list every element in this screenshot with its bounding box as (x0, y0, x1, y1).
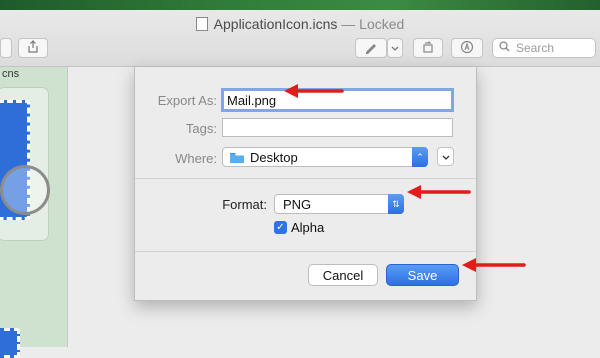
share-icon (27, 40, 39, 56)
markup-menu-button[interactable] (387, 38, 403, 58)
format-stepper: ⇅ (388, 194, 404, 214)
document-icon (195, 17, 208, 31)
window-title: ApplicationIcon.icns — Locked (0, 16, 600, 32)
share-button[interactable] (18, 38, 48, 58)
title-bar: ApplicationIcon.icns — Locked (0, 10, 600, 67)
search-input[interactable] (514, 40, 588, 56)
alpha-label: Alpha (291, 220, 325, 235)
annotate-icon (460, 40, 474, 57)
chevron-down-icon (442, 150, 450, 164)
red-arrow-format (407, 185, 471, 199)
format-popup[interactable]: PNG ⇅ (274, 194, 404, 214)
preview-window: ApplicationIcon.icns — Locked Search cns… (0, 10, 600, 358)
export-as-label: Export As: (157, 93, 217, 108)
cancel-button[interactable]: Cancel (308, 264, 378, 286)
chevron-updown-icon: ⇅ (392, 198, 400, 209)
where-label: Where: (175, 151, 217, 166)
markup-button[interactable] (355, 38, 387, 58)
tags-input[interactable] (222, 118, 453, 137)
search-field[interactable] (492, 38, 596, 58)
divider (135, 251, 476, 252)
checkmark-icon: ✓ (276, 222, 285, 233)
red-arrow-save (462, 258, 526, 272)
mail-stamp-thumbnail[interactable] (0, 328, 20, 358)
save-button[interactable]: Save (386, 264, 459, 286)
chevron-down-icon (391, 41, 399, 55)
rotate-icon (421, 40, 435, 57)
tags-label: Tags: (185, 121, 217, 136)
markup-pen-icon (364, 40, 378, 57)
folder-icon (230, 152, 244, 163)
window-title-name: ApplicationIcon.icns (213, 16, 338, 32)
rotate-button[interactable] (413, 38, 443, 58)
alpha-checkbox[interactable]: ✓ (274, 221, 287, 234)
format-value: PNG (283, 196, 312, 212)
format-label: Format: (222, 197, 267, 212)
where-value: Desktop (250, 149, 298, 165)
chevron-up-icon: ⌃ (416, 151, 424, 162)
sidebar-toggle-button[interactable] (0, 38, 12, 58)
sidebar-file-label: cns (2, 68, 20, 80)
where-popup[interactable]: Desktop ⌃ (222, 147, 428, 167)
where-stepper: ⌃ (412, 147, 428, 167)
postmark-seal-image (0, 165, 50, 215)
divider (135, 178, 476, 179)
window-title-status: — Locked (341, 16, 405, 32)
expand-button[interactable] (437, 147, 454, 166)
search-icon (499, 41, 510, 55)
red-arrow-export-as (284, 84, 344, 98)
annotate-button[interactable] (451, 38, 483, 58)
